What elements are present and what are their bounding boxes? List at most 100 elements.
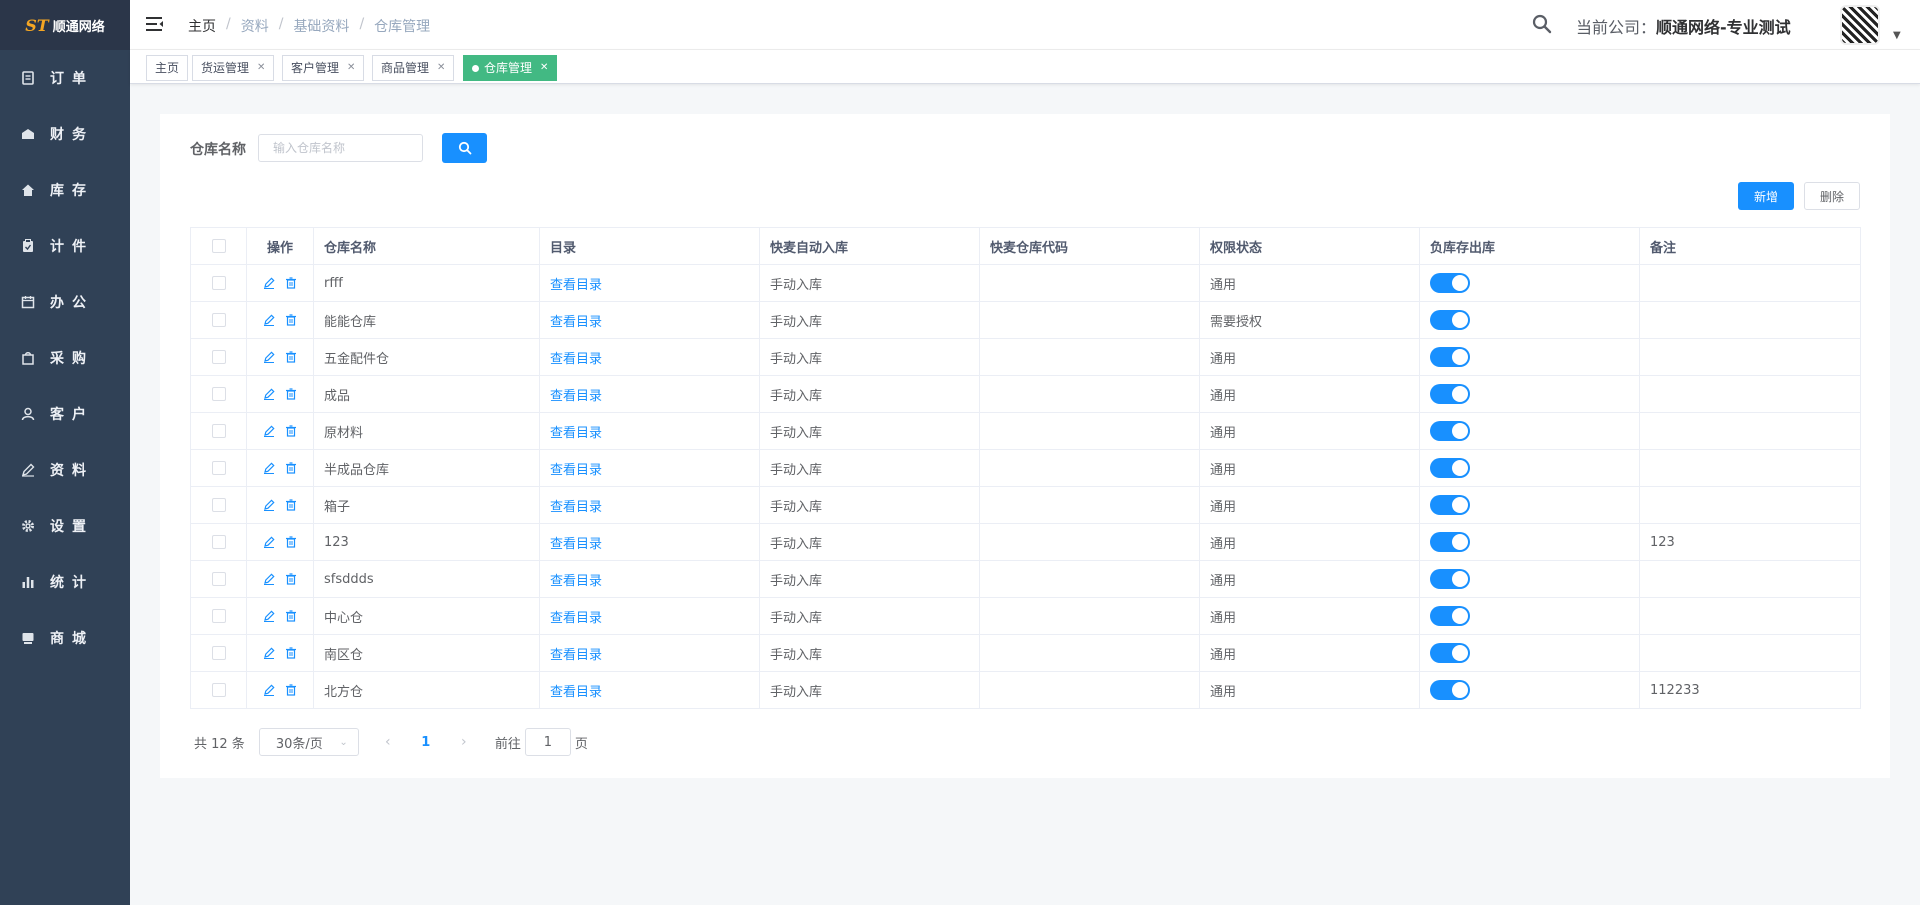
delete-icon[interactable] [284,461,298,475]
negative-stock-switch[interactable] [1430,458,1470,478]
warehouse-name-input[interactable] [258,134,423,162]
table-row[interactable]: 五金配件仓 查看目录 手动入库 通用 [190,338,1861,376]
sidebar-item[interactable]: 计件 [0,218,130,274]
table-row[interactable]: 成品 查看目录 手动入库 通用 [190,375,1861,413]
delete-icon[interactable] [284,498,298,512]
sidebar-item[interactable]: 资料 [0,442,130,498]
negative-stock-switch[interactable] [1430,310,1470,330]
row-checkbox[interactable] [211,424,226,438]
avatar[interactable] [1840,5,1880,45]
sidebar-item[interactable]: 订单 [0,50,130,106]
prev-page-button[interactable]: ‹ [373,728,403,756]
edit-icon[interactable] [262,609,276,623]
negative-stock-switch[interactable] [1430,273,1470,293]
delete-icon[interactable] [284,572,298,586]
row-checkbox[interactable] [211,350,226,364]
search-button[interactable] [442,133,487,163]
negative-stock-switch[interactable] [1430,384,1470,404]
table-row[interactable]: 中心仓 查看目录 手动入库 通用 [190,597,1861,635]
close-icon[interactable]: ✕ [540,56,548,80]
delete-icon[interactable] [284,646,298,660]
table-row[interactable]: rfff 查看目录 手动入库 通用 [190,264,1861,302]
view-catalog-link[interactable]: 查看目录 [550,500,602,515]
edit-icon[interactable] [262,424,276,438]
delete-icon[interactable] [284,683,298,697]
delete-icon[interactable] [284,350,298,364]
add-button[interactable]: 新增 [1738,182,1794,210]
view-catalog-link[interactable]: 查看目录 [550,537,602,552]
negative-stock-switch[interactable] [1430,532,1470,552]
delete-icon[interactable] [284,424,298,438]
caret-down-icon[interactable]: ▼ [1893,30,1901,41]
sidebar-item[interactable]: 商城 [0,610,130,666]
view-catalog-link[interactable]: 查看目录 [550,648,602,663]
table-row[interactable]: 原材料 查看目录 手动入库 通用 [190,412,1861,450]
hamburger-icon[interactable] [146,16,164,32]
row-checkbox[interactable] [211,535,226,549]
table-row[interactable]: 南区仓 查看目录 手动入库 通用 [190,634,1861,672]
logo[interactable]: ST 顺通网络 [0,0,130,50]
edit-icon[interactable] [262,461,276,475]
edit-icon[interactable] [262,350,276,364]
view-catalog-link[interactable]: 查看目录 [550,426,602,441]
delete-icon[interactable] [284,387,298,401]
negative-stock-switch[interactable] [1430,680,1470,700]
row-checkbox[interactable] [211,276,226,290]
negative-stock-switch[interactable] [1430,347,1470,367]
delete-icon[interactable] [284,276,298,290]
next-page-button[interactable]: › [449,728,479,756]
view-catalog-link[interactable]: 查看目录 [550,611,602,626]
row-checkbox[interactable] [211,313,226,327]
sidebar-item[interactable]: 办公 [0,274,130,330]
view-catalog-link[interactable]: 查看目录 [550,278,602,293]
view-catalog-link[interactable]: 查看目录 [550,574,602,589]
view-catalog-link[interactable]: 查看目录 [550,463,602,478]
select-all-checkbox[interactable] [211,239,226,253]
edit-icon[interactable] [262,498,276,512]
row-checkbox[interactable] [211,609,226,623]
delete-icon[interactable] [284,535,298,549]
tag-freight[interactable]: 货运管理 ✕ [192,55,275,81]
delete-button[interactable]: 删除 [1804,182,1860,210]
table-row[interactable]: 123 查看目录 手动入库 通用 123 [190,523,1861,561]
page-number[interactable]: 1 [411,728,441,756]
page-size-select[interactable]: 30条/页 ⌄ [258,728,359,756]
edit-icon[interactable] [262,572,276,586]
negative-stock-switch[interactable] [1430,569,1470,589]
row-checkbox[interactable] [211,646,226,660]
delete-icon[interactable] [284,609,298,623]
table-row[interactable]: sfsddds 查看目录 手动入库 通用 [190,560,1861,598]
negative-stock-switch[interactable] [1430,495,1470,515]
row-checkbox[interactable] [211,498,226,512]
close-icon[interactable]: ✕ [437,56,445,80]
view-catalog-link[interactable]: 查看目录 [550,352,602,367]
goto-page-input[interactable] [524,728,571,756]
tag-warehouse[interactable]: 仓库管理 ✕ [463,55,558,81]
edit-icon[interactable] [262,683,276,697]
tag-customer[interactable]: 客户管理 ✕ [282,55,365,81]
edit-icon[interactable] [262,313,276,327]
sidebar-item[interactable]: 库存 [0,162,130,218]
delete-icon[interactable] [284,313,298,327]
row-checkbox[interactable] [211,387,226,401]
view-catalog-link[interactable]: 查看目录 [550,389,602,404]
sidebar-item[interactable]: 采购 [0,330,130,386]
row-checkbox[interactable] [211,461,226,475]
search-icon[interactable] [1532,14,1552,34]
negative-stock-switch[interactable] [1430,421,1470,441]
breadcrumb-item[interactable]: 主页 [188,16,216,36]
row-checkbox[interactable] [211,572,226,586]
negative-stock-switch[interactable] [1430,606,1470,626]
edit-icon[interactable] [262,535,276,549]
view-catalog-link[interactable]: 查看目录 [550,685,602,700]
table-row[interactable]: 半成品仓库 查看目录 手动入库 通用 [190,449,1861,487]
close-icon[interactable]: ✕ [257,56,265,80]
tag-product[interactable]: 商品管理 ✕ [372,55,455,81]
negative-stock-switch[interactable] [1430,643,1470,663]
tag-home[interactable]: 主页 [146,55,189,81]
sidebar-item[interactable]: 财务 [0,106,130,162]
sidebar-item[interactable]: 统计 [0,554,130,610]
sidebar-item[interactable]: 设置 [0,498,130,554]
view-catalog-link[interactable]: 查看目录 [550,315,602,330]
table-row[interactable]: 北方仓 查看目录 手动入库 通用 112233 [190,671,1861,709]
